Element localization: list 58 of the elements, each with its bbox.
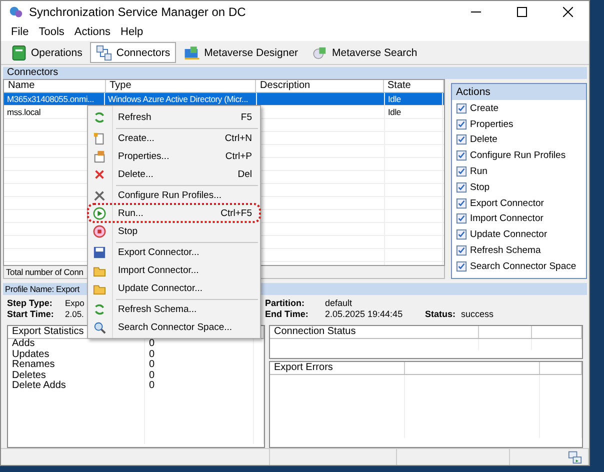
- total-label: Total number of Conn: [6, 267, 84, 278]
- start-time-label: Start Time:: [7, 309, 55, 320]
- table-cell: Renames: [8, 360, 145, 371]
- table-cell: 0: [145, 381, 254, 392]
- column-header: Export Errors: [270, 362, 405, 374]
- section-header: Connectors: [3, 67, 587, 80]
- menu-item[interactable]: Properties... Ctrl+P: [88, 147, 260, 165]
- table-cell: 0: [145, 370, 254, 382]
- status-label: Status:: [425, 309, 457, 320]
- menu-item[interactable]: Configure Run Profiles...: [88, 186, 260, 204]
- table-row[interactable]: M365x31408055.onmi... Windows Azure Active Directory (Micr... Idle: [4, 93, 444, 106]
- action-link[interactable]: Configure Run Profiles: [452, 148, 586, 164]
- menu-item[interactable]: Import Connector...: [88, 261, 260, 279]
- toolbar-tab[interactable]: Connectors: [90, 42, 176, 64]
- table-cell: Idle: [385, 106, 443, 118]
- window-title: Synchronization Service Manager on DC: [29, 4, 246, 19]
- action-link[interactable]: Stop: [452, 179, 586, 196]
- action-link[interactable]: Update Connector: [452, 226, 586, 243]
- menu-item[interactable]: Actions: [74, 26, 110, 38]
- step-type-value: Expo: [65, 298, 84, 310]
- partition-label: Partition:: [265, 298, 306, 310]
- action-link[interactable]: Export Connector: [452, 195, 586, 212]
- menu-item[interactable]: Tools: [38, 26, 64, 38]
- start-time-value: 2.05.: [65, 309, 84, 320]
- menu-item[interactable]: File: [11, 26, 29, 38]
- action-link[interactable]: Properties: [452, 116, 586, 132]
- action-link[interactable]: Search Connector Space: [452, 258, 586, 274]
- table-cell: Idle: [385, 93, 443, 106]
- menu-item[interactable]: Help: [120, 26, 144, 38]
- menu-item[interactable]: Export Connector...: [88, 243, 260, 261]
- action-link[interactable]: Delete: [452, 132, 586, 148]
- column-header[interactable]: State: [384, 80, 444, 92]
- table-cell: 0: [145, 350, 254, 360]
- action-link[interactable]: Create: [452, 100, 586, 116]
- action-link[interactable]: Run: [452, 164, 586, 180]
- column-header[interactable]: Description: [256, 80, 384, 92]
- column-header: Connection Status: [270, 326, 479, 338]
- action-link[interactable]: Import Connector: [452, 211, 586, 227]
- menu-item[interactable]: Refresh Schema...: [88, 300, 260, 318]
- toolbar-tab[interactable]: Operations: [5, 42, 88, 64]
- table-cell: Deletes: [8, 370, 145, 382]
- end-time-label: End Time:: [265, 309, 310, 320]
- toolbar-tab[interactable]: Metaverse Designer: [178, 42, 304, 64]
- status-value: success: [461, 309, 494, 320]
- table-cell: Updates: [8, 350, 145, 360]
- action-link[interactable]: Refresh Schema: [452, 242, 586, 258]
- partition-value: default: [325, 298, 352, 310]
- end-time-value: 2.05.2025 19:44:45: [325, 309, 404, 320]
- actions-title: Actions: [452, 84, 586, 100]
- profile-name: Profile Name: Export: [5, 284, 80, 294]
- menu-item[interactable]: Run... Ctrl+F5: [88, 204, 260, 222]
- table-cell: Delete Adds: [8, 381, 145, 392]
- column-header[interactable]: Type: [106, 80, 256, 92]
- step-type-label: Step Type:: [7, 298, 54, 310]
- menu-item[interactable]: Create... Ctrl+N: [88, 129, 260, 147]
- table-cell: 0: [145, 360, 254, 371]
- toolbar-tab[interactable]: Metaverse Search: [306, 42, 424, 64]
- column-header[interactable]: Name: [4, 80, 106, 92]
